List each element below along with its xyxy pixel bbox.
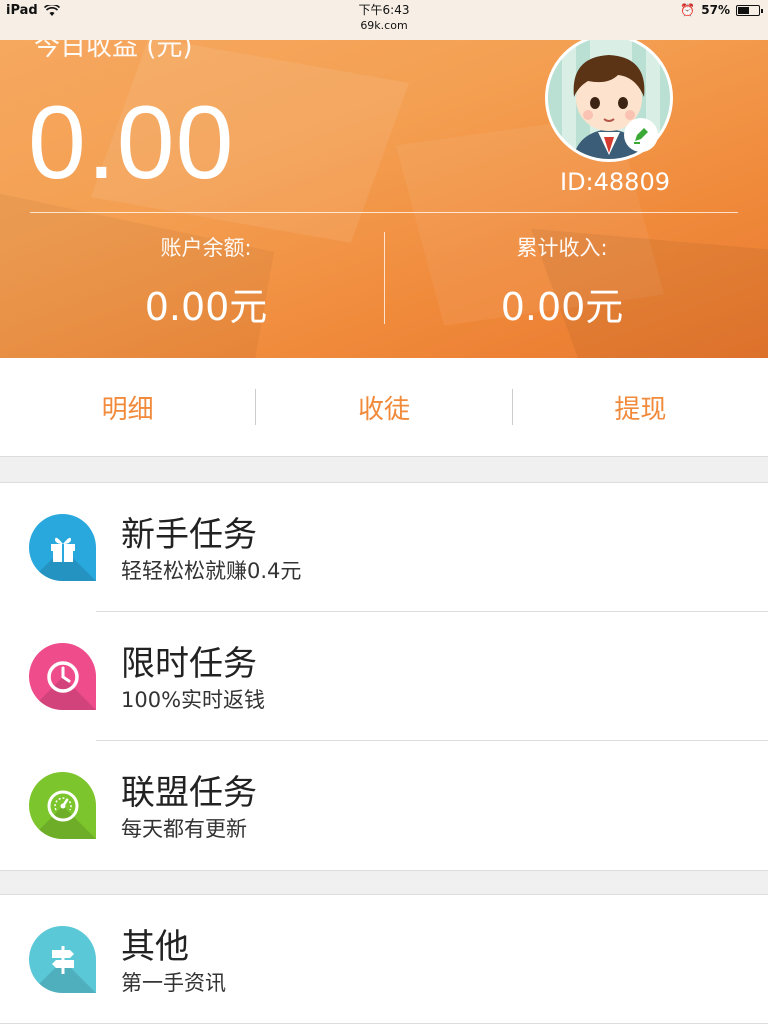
task-list: 新手任务 轻轻松松就赚0.4元 限时任务 100%实时返钱 联盟任务 每天都有更… xyxy=(0,482,768,871)
task-title: 限时任务 xyxy=(121,644,257,684)
list-item-limited-task[interactable]: 限时任务 100%实时返钱 xyxy=(0,612,768,741)
gauge-icon xyxy=(29,772,96,839)
task-subtitle: 100%实时返钱 xyxy=(121,688,266,712)
battery-icon xyxy=(736,4,763,16)
details-button[interactable]: 明细 xyxy=(0,358,255,456)
signpost-icon xyxy=(29,926,96,993)
task-title: 新手任务 xyxy=(121,515,257,555)
other-title: 其他 xyxy=(121,927,189,967)
user-id: ID:48809 xyxy=(560,168,670,196)
total-income-value: 0.00元 xyxy=(500,285,624,329)
earnings-header: 今日收益 (元) 0.00 ID:48809 账户余额: 0.00元 累计收入:… xyxy=(0,40,768,358)
status-center: 下午6:43 69k.com xyxy=(0,3,768,33)
action-bar: 明细 收徒 提现 xyxy=(0,358,768,457)
pen-icon xyxy=(634,128,648,144)
status-bar: iPad 下午6:43 69k.com ⏰ 57% xyxy=(0,0,768,40)
withdraw-button[interactable]: 提现 xyxy=(513,358,768,456)
account-balance-label: 账户余额: xyxy=(160,236,252,260)
list-item-alliance-task[interactable]: 联盟任务 每天都有更新 xyxy=(0,741,768,870)
total-income: 累计收入: 0.00元 xyxy=(370,232,754,331)
alarm-icon: ⏰ xyxy=(680,3,696,17)
account-balance: 账户余额: 0.00元 xyxy=(14,232,398,331)
total-income-label: 累计收入: xyxy=(516,236,608,260)
status-time: 下午6:43 xyxy=(358,3,410,17)
today-earnings-label: 今日收益 (元) xyxy=(34,40,193,62)
recruit-button[interactable]: 收徒 xyxy=(256,358,511,456)
gift-icon xyxy=(29,514,96,581)
task-subtitle: 轻轻松松就赚0.4元 xyxy=(121,559,302,583)
list-item-other[interactable]: 其他 第一手资讯 xyxy=(0,895,768,1024)
list-item-newbie-task[interactable]: 新手任务 轻轻松松就赚0.4元 xyxy=(0,483,768,612)
header-divider xyxy=(30,212,738,213)
task-subtitle: 每天都有更新 xyxy=(121,817,247,841)
account-balance-value: 0.00元 xyxy=(144,285,268,329)
other-subtitle: 第一手资讯 xyxy=(121,971,226,995)
edit-badge[interactable] xyxy=(624,118,658,152)
status-right: ⏰ 57% xyxy=(680,3,763,17)
battery-percent: 57% xyxy=(701,3,730,17)
task-title: 联盟任务 xyxy=(121,773,257,813)
clock-icon xyxy=(29,643,96,710)
today-earnings-amount: 0.00 xyxy=(28,85,235,201)
other-list: 其他 第一手资讯 xyxy=(0,894,768,1024)
status-url: 69k.com xyxy=(360,19,408,32)
